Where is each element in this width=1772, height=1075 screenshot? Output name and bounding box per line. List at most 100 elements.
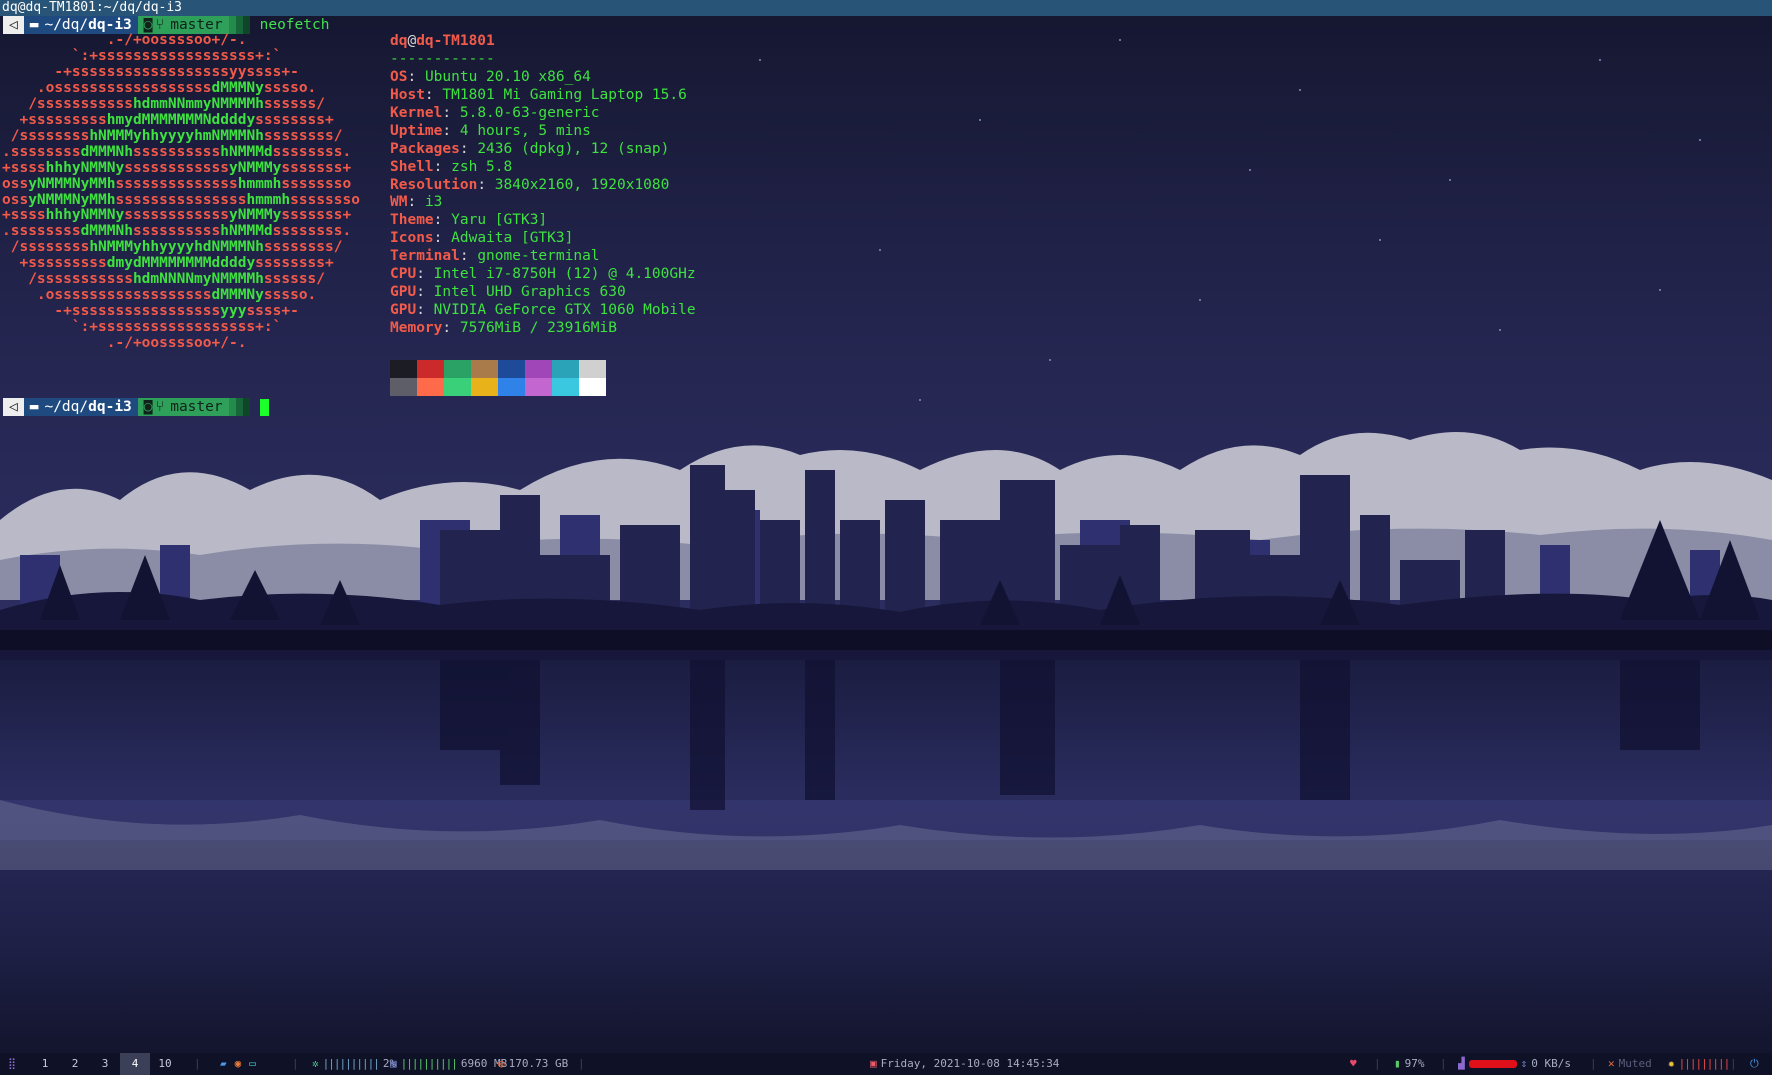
logo-segment: -+ssssssssssssssssssyyssss+-	[2, 63, 299, 80]
separator-line: ------------	[390, 50, 495, 67]
entered-command: neofetch	[259, 17, 330, 33]
info-row: Shell: zsh 5.8	[390, 158, 513, 175]
color-swatch	[471, 378, 498, 396]
separator: |	[194, 1057, 201, 1070]
info-row: Icons: Adwaita [GTK3]	[390, 230, 574, 247]
network-graph-icon: ▟	[1458, 1057, 1465, 1070]
logo-segment: ssssss/	[263, 95, 326, 112]
logo-segment: hhhyNMMNy	[45, 159, 125, 176]
heart-icon-module[interactable]: ♥	[1350, 1053, 1357, 1075]
logo-segment: ssssss/	[263, 271, 326, 288]
color-swatch	[579, 378, 606, 396]
logo-segment: +ssss	[2, 159, 46, 176]
info-row: CPU: Intel i7-8750H (12) @ 4.100GHz	[390, 266, 696, 283]
logo-segment: /sssssssssss	[2, 95, 133, 112]
logo-segment: .-/+oossssoo+/-.	[2, 335, 247, 352]
info-row: Resolution: 3840x2160, 1920x1080	[390, 176, 670, 193]
network-speed: 0 KB/s	[1531, 1057, 1571, 1070]
info-value: i3	[424, 194, 443, 211]
volume-status: Muted	[1618, 1057, 1652, 1070]
logo-segment: hNMMMd	[220, 143, 273, 160]
system-info: dq@dq-TM1801 ------------ OS: Ubuntu 20.…	[390, 33, 696, 338]
shell-prompt-active[interactable]: ◁ ▬ ~/dq/dq-i3 ◙ ⑂ master	[3, 398, 269, 416]
power-module[interactable]: ⏻	[1750, 1053, 1759, 1075]
apps-grid-icon[interactable]: ⣿	[8, 1053, 26, 1075]
info-key: GPU	[390, 284, 417, 301]
browser-icon[interactable]: ◉	[235, 1053, 242, 1075]
color-swatch	[525, 360, 552, 378]
logo-segment: ssssssssssssss	[115, 175, 238, 192]
info-row: OS: Ubuntu 20.10 x86_64	[390, 68, 591, 85]
disk-free: 170.73 GB	[508, 1057, 569, 1070]
logo-segment: yNMMMNyMMh	[28, 191, 116, 208]
logo-segment: ssssssssss	[132, 143, 221, 160]
info-key: GPU	[390, 302, 417, 319]
launcher-icons: ▰ ◉ ▭	[220, 1053, 256, 1075]
info-value: 3840x2160, 1920x1080	[494, 176, 670, 193]
info-row: Theme: Yaru [GTK3]	[390, 212, 548, 229]
status-bar: ⣿ 1 2 3 4 10 | ▰ ◉ ▭ | ✲ |||||||||| 2% ▤ |||…	[0, 1053, 1772, 1075]
cpu-module: ✲ |||||||||| 2%	[312, 1053, 396, 1075]
info-key: Shell	[390, 158, 434, 175]
color-swatch	[525, 378, 552, 396]
clock-module[interactable]: ▣ Friday, 2021-10-08 14:45:34	[870, 1053, 1059, 1075]
info-row: GPU: Intel UHD Graphics 630	[390, 284, 626, 301]
workspace-button[interactable]: 4	[120, 1053, 150, 1075]
logo-segment: `:+ssssssssssssssssss+:`	[2, 319, 282, 336]
terminal-window[interactable]: ◁ ▬ ~/dq/dq-i3 ◙ ⑂ master neofetch .-/+o…	[0, 16, 1772, 1053]
workspace-section: ⣿ 1 2 3 4 10	[8, 1053, 180, 1075]
workspace-button[interactable]: 10	[150, 1053, 180, 1075]
redacted-network-name	[1468, 1060, 1517, 1068]
info-value: Ubuntu 20.10 x86_64	[424, 68, 591, 85]
info-key: Resolution	[390, 176, 478, 193]
workspace-button[interactable]: 2	[60, 1053, 90, 1075]
info-row: Kernel: 5.8.0-63-generic	[390, 104, 600, 121]
terminal-icon[interactable]: ▭	[249, 1053, 256, 1075]
info-value: gnome-terminal	[477, 248, 600, 265]
info-value: 7576MiB / 23916MiB	[459, 320, 617, 336]
file-manager-icon[interactable]: ▰	[220, 1053, 227, 1075]
logo-segment: ssssssss/	[263, 239, 343, 256]
workspace-button[interactable]: 1	[30, 1053, 60, 1075]
color-swatch	[444, 360, 471, 378]
logo-segment: dMMMNh	[80, 143, 133, 160]
git-segment: ◙ ⑂ master	[137, 398, 229, 416]
separator: |	[1374, 1057, 1381, 1070]
color-swatch	[444, 378, 471, 396]
logo-segment: dMMMNh	[80, 223, 133, 240]
speaker-muted-icon: ✕	[1608, 1057, 1615, 1070]
brightness-module[interactable]: ✹ |||||||||	[1668, 1053, 1730, 1075]
info-key: Theme	[390, 212, 434, 229]
info-key: WM	[390, 194, 408, 211]
color-swatch	[471, 360, 498, 378]
battery-module: ▮ 97%	[1394, 1053, 1425, 1075]
text-cursor[interactable]	[259, 398, 269, 416]
logo-segment: ssssssss.	[272, 143, 352, 160]
logo-segment: /ssssssss	[2, 239, 90, 256]
logo-segment: hNMMMyhhyyyyhdNMMMNh	[89, 239, 264, 256]
logo-segment: ssssssssssss	[124, 159, 229, 176]
logo-segment: .-/+oossssoo+/-.	[2, 32, 247, 48]
logo-segment: ssssssss+	[255, 255, 334, 272]
window-titlebar[interactable]: dq@dq-TM1801:~/dq/dq-i3	[0, 0, 1772, 16]
info-key: Memory	[390, 320, 443, 336]
info-row: Terminal: gnome-terminal	[390, 248, 600, 265]
info-value: NVIDIA GeForce GTX 1060 Mobile	[433, 302, 696, 319]
info-row: Memory: 7576MiB / 23916MiB	[390, 320, 617, 336]
color-swatch	[390, 360, 417, 378]
info-row: Host: TM1801 Mi Gaming Laptop 15.6	[390, 86, 687, 103]
brightness-icon: ✹	[1668, 1057, 1675, 1070]
logo-segment: hhhyNMMNy	[45, 207, 125, 224]
volume-module[interactable]: ✕ Muted	[1608, 1053, 1652, 1075]
info-key: Packages	[390, 140, 460, 157]
logo-segment: /sssssssssss	[2, 271, 133, 288]
workspace-button[interactable]: 3	[90, 1053, 120, 1075]
info-value: 4 hours, 5 mins	[459, 122, 591, 139]
logo-segment: hmydMMMMMMMNddddy	[106, 111, 256, 128]
logo-segment: ssssssss.	[272, 223, 352, 240]
separator: |	[1590, 1057, 1597, 1070]
cpu-icon: ✲	[312, 1057, 319, 1070]
disk-icon: ◎	[498, 1057, 505, 1070]
logo-segment: sssssssssssssss	[115, 191, 247, 208]
power-icon: ⏻	[1750, 1057, 1759, 1070]
